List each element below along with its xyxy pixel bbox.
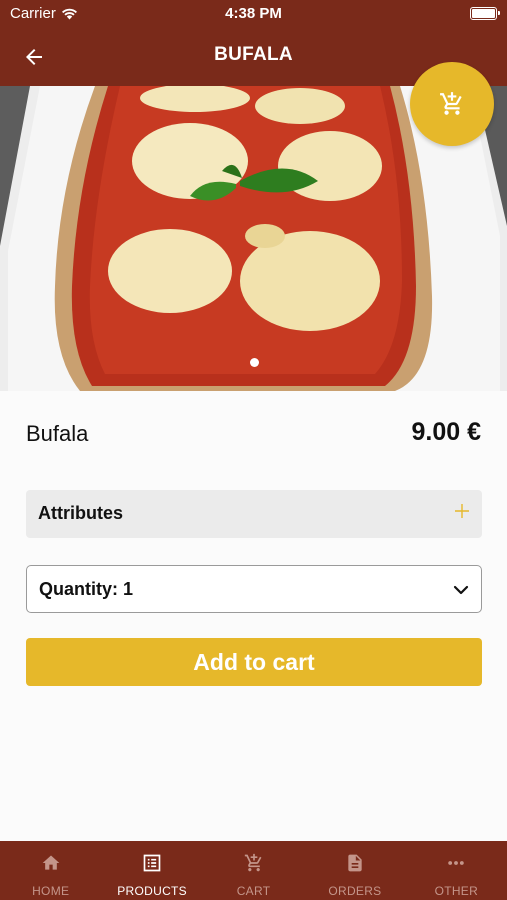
battery-icon [470, 7, 500, 20]
attributes-label: Attributes [38, 503, 123, 523]
tab-label: CART [236, 884, 271, 898]
more-icon [448, 861, 465, 865]
chevron-down-icon [453, 585, 469, 595]
quantity-label: Quantity: 1 [39, 579, 134, 599]
cart-icon [244, 853, 261, 872]
carousel-page-indicator [250, 358, 259, 367]
tab-home[interactable]: HOME [0, 841, 101, 900]
tab-label: OTHER [434, 884, 479, 898]
tab-label: HOME [32, 884, 70, 898]
tab-label: PRODUCTS [117, 884, 187, 898]
page-title: BUFALA [214, 44, 293, 65]
document-icon [348, 854, 362, 872]
home-icon [42, 855, 60, 870]
attributes-expander[interactable]: Attributes [26, 490, 482, 538]
clock: 4:38 PM [225, 5, 282, 22]
plus-icon [455, 504, 469, 518]
status-bar: Carrier 4:38 PM [0, 0, 507, 28]
cart-icon [440, 92, 462, 115]
tab-cart[interactable]: CART [203, 841, 304, 900]
product-price: 9.00 € [411, 418, 481, 446]
add-to-cart-button[interactable]: Add to cart [26, 638, 482, 686]
tab-bar: HOME PRODUCTS CART ORDERS OTHER [0, 841, 507, 900]
tab-products[interactable]: PRODUCTS [101, 841, 202, 900]
tab-other[interactable]: OTHER [406, 841, 507, 900]
list-icon [143, 854, 161, 872]
product-name: Bufala [26, 421, 89, 446]
tab-orders[interactable]: ORDERS [304, 841, 405, 900]
quantity-select[interactable]: Quantity: 1 [26, 565, 482, 613]
tab-label: ORDERS [328, 884, 382, 898]
cart-fab-button[interactable] [410, 62, 494, 146]
